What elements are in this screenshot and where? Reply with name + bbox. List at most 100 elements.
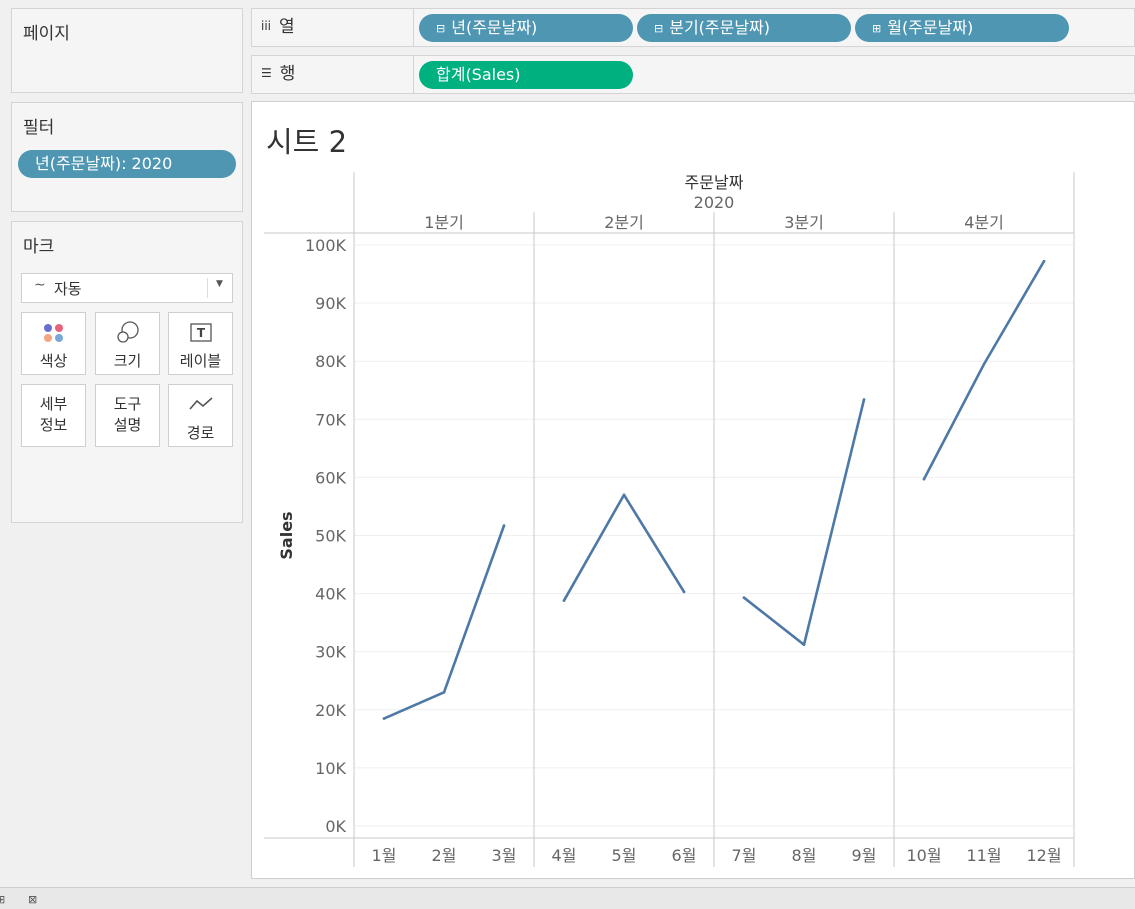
- pages-panel: 페이지: [11, 8, 243, 93]
- quarter-header-label: 4분기: [964, 213, 1004, 232]
- label-label: 레이블: [179, 352, 222, 370]
- rows-shelf: ☰ 행 합계(Sales): [251, 55, 1135, 94]
- y-tick-label: 10K: [315, 759, 346, 778]
- detail-label-line1: 세부: [39, 395, 68, 413]
- dashboard-tab-icon[interactable]: ⊠: [28, 893, 37, 906]
- quarter-header-label: 3분기: [784, 213, 824, 232]
- sheet-tab-icon[interactable]: ⊞: [0, 893, 5, 906]
- text-label-icon: T: [190, 323, 212, 342]
- column-pill-year[interactable]: ⊟ 년(주문날짜): [419, 14, 633, 42]
- month-tick-label: 10월: [906, 846, 941, 865]
- data-point: [682, 590, 686, 594]
- y-tick-label: 100K: [305, 236, 347, 255]
- month-tick-label: 7월: [732, 846, 757, 865]
- header-year: 2020: [694, 193, 735, 212]
- path-icon: [189, 397, 213, 410]
- sales-line-segment: [922, 259, 1046, 481]
- quarter-header-label: 1분기: [424, 213, 464, 232]
- size-icon: [117, 321, 139, 343]
- header-title: 주문날짜: [685, 173, 744, 192]
- filters-panel: 필터 년(주문날짜): 2020: [11, 102, 243, 212]
- mark-type-dropdown[interactable]: ∼ 자동 ▼: [21, 273, 233, 303]
- tooltip-button[interactable]: 도구 설명: [95, 384, 160, 447]
- dropdown-divider: [207, 278, 208, 298]
- data-point: [502, 524, 506, 527]
- marks-panel: 마크 ∼ 자동 ▼ 색상 크기 T 레이블 세부 정보 도구 설명 경로: [11, 221, 243, 523]
- columns-label-text: 열: [279, 17, 295, 37]
- column-pill-label: 년(주문날짜): [451, 18, 538, 37]
- column-pill-month[interactable]: ⊞ 월(주문날짜): [855, 14, 1069, 42]
- y-tick-label: 30K: [315, 643, 346, 662]
- data-point: [742, 596, 746, 599]
- y-tick-label: 80K: [315, 352, 346, 371]
- color-icon: [44, 324, 63, 342]
- y-tick-label: 90K: [315, 294, 346, 313]
- chevron-down-icon: ▼: [216, 279, 223, 289]
- sheet-canvas: 시트 2 0K 10K 20K 30K 40K 50K 60K 70K 80K 90K 100K 주문…: [251, 101, 1135, 879]
- svg-text:T: T: [197, 326, 206, 340]
- data-point: [382, 717, 386, 720]
- month-tick-label: 8월: [792, 846, 817, 865]
- pages-title: 페이지: [23, 24, 70, 44]
- month-tick-label: 3월: [492, 846, 517, 865]
- month-tick-label: 5월: [612, 846, 637, 865]
- color-button[interactable]: 색상: [21, 312, 86, 375]
- collapse-icon: ⊟: [654, 22, 664, 35]
- data-point: [562, 599, 566, 602]
- month-tick-label: 6월: [672, 846, 697, 865]
- columns-shelf-label: iii 열: [252, 9, 414, 46]
- sales-line-chart: 0K 10K 20K 30K 40K 50K 60K 70K 80K 90K 100K 주문날짜202…: [264, 172, 1075, 867]
- column-pill-label: 월(주문날짜): [887, 18, 974, 37]
- month-tick-label: 2월: [432, 846, 457, 865]
- filter-pill-year[interactable]: 년(주문날짜): 2020: [18, 150, 236, 178]
- column-pill-label: 분기(주문날짜): [669, 18, 771, 37]
- quarter-header-label: 2분기: [604, 213, 644, 232]
- y-tick-label: 50K: [315, 527, 346, 546]
- y-tick-label: 70K: [315, 410, 346, 429]
- filter-pill-label: 년(주문날짜): 2020: [35, 154, 173, 173]
- filters-title: 필터: [23, 118, 55, 138]
- collapse-icon: ⊟: [436, 22, 446, 35]
- data-point: [862, 398, 866, 401]
- data-point: [1042, 259, 1046, 263]
- column-pill-quarter[interactable]: ⊟ 분기(주문날짜): [637, 14, 851, 42]
- row-pill-sales[interactable]: 합계(Sales): [419, 61, 633, 89]
- sales-line-segment: [562, 493, 686, 602]
- y-tick-label: 60K: [315, 468, 346, 487]
- y-tick-label: 20K: [315, 701, 346, 720]
- rows-shelf-label: ☰ 행: [252, 56, 414, 93]
- row-pill-label: 합계(Sales): [436, 65, 521, 84]
- month-tick-label: 1월: [372, 846, 397, 865]
- y-axis-title: Sales: [277, 511, 296, 559]
- bottom-tab-bar: ⊞ ⊠: [0, 887, 1135, 909]
- size-label: 크기: [113, 352, 142, 370]
- line-mark-icon: ∼: [34, 277, 46, 293]
- tooltip-label-line1: 도구: [113, 395, 142, 413]
- y-tick-label: 40K: [315, 585, 346, 604]
- detail-label-line2: 정보: [39, 416, 68, 434]
- mark-type-label: 자동: [54, 280, 82, 298]
- detail-button[interactable]: 세부 정보: [21, 384, 86, 447]
- size-button[interactable]: 크기: [95, 312, 160, 375]
- month-tick-label: 4월: [552, 846, 577, 865]
- marks-title: 마크: [23, 237, 55, 257]
- label-button[interactable]: T 레이블: [168, 312, 233, 375]
- data-point: [922, 477, 926, 481]
- rows-icon: ☰: [261, 66, 272, 80]
- month-tick-label: 12월: [1026, 846, 1061, 865]
- data-point: [982, 362, 986, 366]
- path-button[interactable]: 경로: [168, 384, 233, 447]
- sales-line-segment: [382, 524, 506, 720]
- columns-icon: iii: [261, 19, 272, 33]
- path-label: 경로: [186, 424, 215, 442]
- data-point: [442, 691, 446, 694]
- month-tick-label: 11월: [966, 846, 1001, 865]
- expand-icon: ⊞: [872, 22, 882, 35]
- rows-label-text: 행: [279, 64, 296, 84]
- data-point: [622, 493, 626, 497]
- y-tick-label: 0K: [325, 817, 346, 836]
- month-tick-label: 9월: [852, 846, 877, 865]
- color-label: 색상: [39, 352, 68, 370]
- columns-shelf: iii 열 ⊟ 년(주문날짜) ⊟ 분기(주문날짜) ⊞ 월(주문날짜): [251, 8, 1135, 47]
- tooltip-label-line2: 설명: [113, 416, 142, 434]
